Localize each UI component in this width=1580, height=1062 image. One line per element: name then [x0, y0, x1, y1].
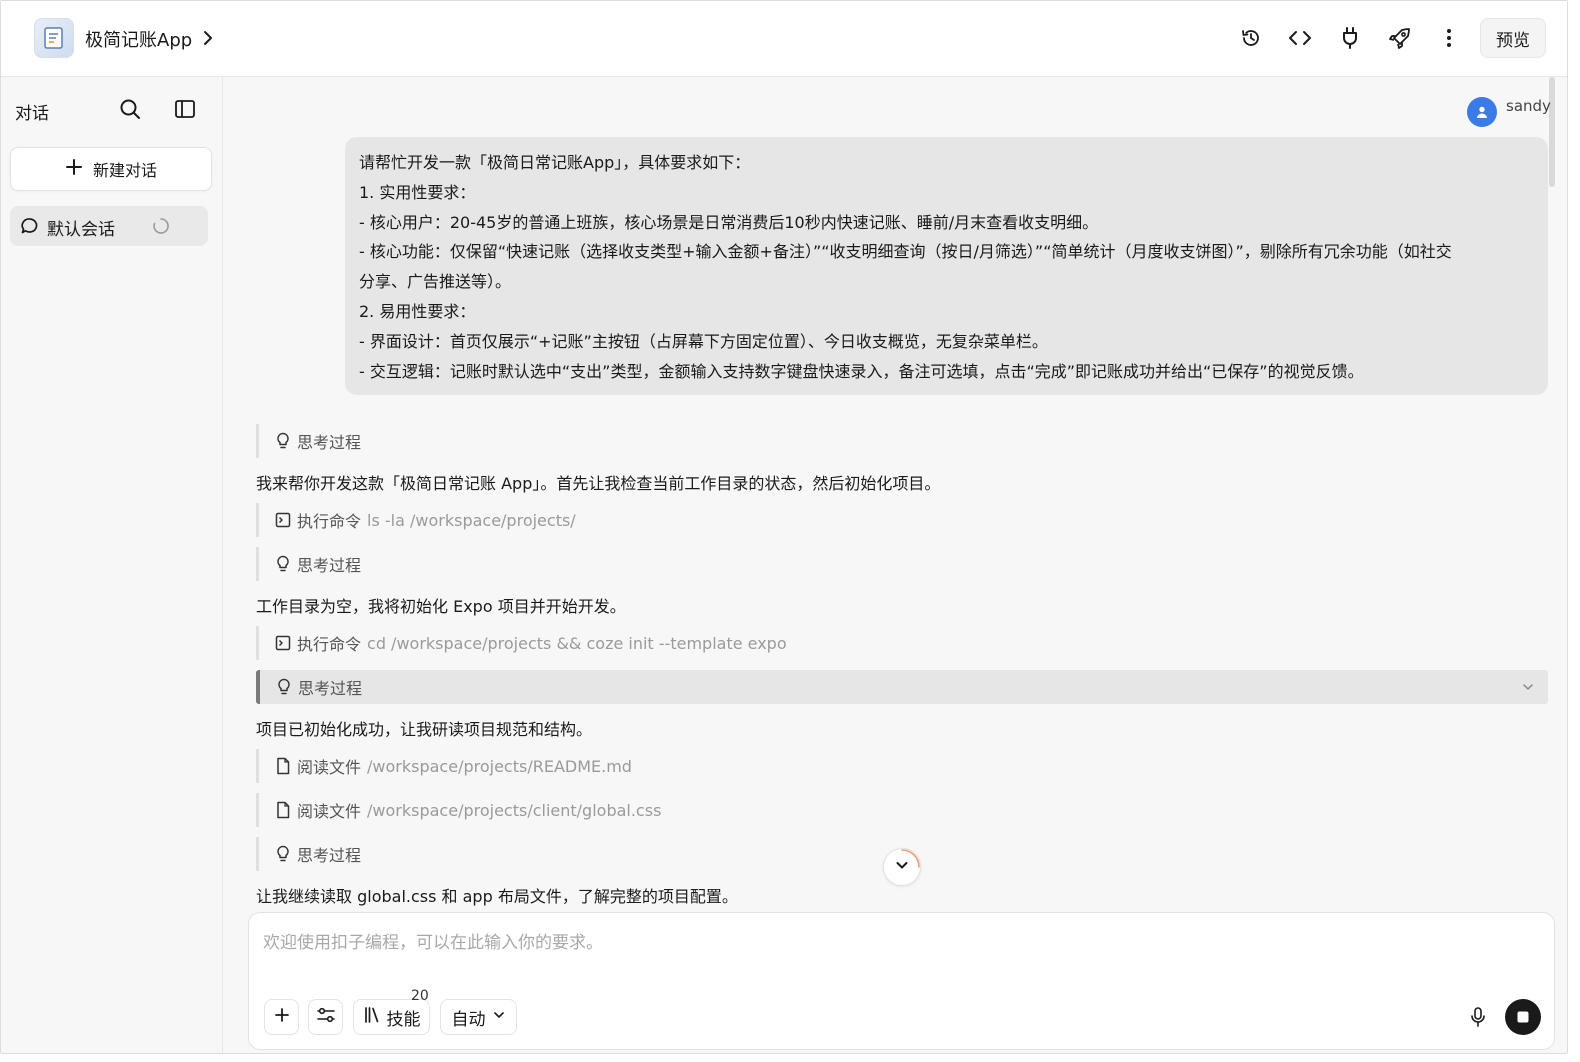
chat-bubble-icon — [20, 216, 40, 236]
assistant-message: 我来帮你开发这款「极简日常记账 App」。首先让我检查当前工作目录的状态，然后初… — [256, 474, 941, 493]
exec-label: 执行命令 — [297, 635, 362, 654]
composer: 技能 20 自动 — [248, 912, 1555, 1050]
skills-count-badge: 20 — [411, 988, 429, 1004]
more-vertical-icon[interactable] — [1436, 25, 1462, 51]
command-step[interactable]: 执行命令 ls -la /workspace/projects/ — [256, 503, 1548, 537]
app-logo-icon — [34, 18, 74, 58]
read-label: 阅读文件 — [297, 802, 362, 821]
avatar — [1467, 97, 1497, 127]
history-icon[interactable] — [1238, 25, 1264, 51]
search-icon[interactable] — [118, 97, 142, 121]
lightbulb-icon — [274, 432, 292, 450]
plus-icon — [274, 1007, 290, 1028]
chevron-down-icon[interactable] — [1520, 679, 1536, 695]
command-step[interactable]: 执行命令 cd /workspace/projects && coze init… — [256, 626, 1548, 660]
assistant-message: 让我继续读取 global.css 和 app 布局文件，了解完整的项目配置。 — [256, 887, 738, 906]
sidebar: 对话 新建对话 默认会话 — [1, 77, 223, 1053]
session-label: 默认会话 — [47, 220, 115, 240]
user-message-line: - 核心用户：20-45岁的普通上班族，核心场景是日常消费后10秒内快速记账、睡… — [359, 212, 1099, 232]
user-message-line: 1. 实用性要求： — [359, 182, 476, 202]
user-message-line: - 核心功能：仅保留“快速记账（选择收支类型+输入金额+备注）”“收支明细查询（… — [359, 242, 1452, 262]
thinking-label: 思考过程 — [297, 846, 362, 865]
skills-button[interactable]: 技能 — [353, 999, 430, 1035]
assistant-message: 工作目录为空，我将初始化 Expo 项目并开始开发。 — [256, 597, 626, 616]
user-message-line: 分享、广告推送等）。 — [359, 272, 512, 292]
user-message-line: 2. 易用性要求： — [359, 301, 476, 321]
username: sandy — [1506, 97, 1551, 115]
sidebar-title: 对话 — [15, 104, 49, 124]
rocket-icon[interactable] — [1387, 25, 1413, 51]
user-message-line: 请帮忙开发一款「极简日常记账App」，具体要求如下： — [359, 153, 751, 172]
loading-spinner-icon — [152, 217, 170, 235]
chevron-right-icon[interactable] — [199, 27, 217, 49]
thinking-label: 思考过程 — [297, 433, 362, 452]
library-icon — [363, 1006, 381, 1029]
add-attachment-button[interactable] — [264, 999, 299, 1035]
new-chat-button[interactable]: 新建对话 — [10, 147, 212, 191]
scroll-to-bottom-button[interactable] — [883, 848, 921, 886]
settings-sliders-button[interactable] — [308, 999, 343, 1035]
file-icon — [274, 757, 292, 775]
lightbulb-icon — [274, 845, 292, 863]
file-icon — [274, 801, 292, 819]
read-label: 阅读文件 — [297, 758, 362, 777]
mode-label: 自动 — [451, 1009, 486, 1030]
stop-button[interactable] — [1505, 999, 1541, 1035]
user-message-line: - 交互逻辑：记账时默认选中“支出”类型，金额输入支持数字键盘快速录入，备注可选… — [359, 361, 1364, 381]
chat-panel: sandy 请帮忙开发一款「极简日常记账App」，具体要求如下： 1. 实用性要… — [223, 77, 1567, 1053]
app-window: 极简记账App 预览 对话 新建对话 默认会话 sandy 请帮忙开发一款「极简… — [0, 0, 1568, 1054]
thinking-step-active[interactable]: 思考过程 — [256, 670, 1548, 704]
microphone-icon[interactable] — [1467, 1006, 1489, 1028]
prompt-input[interactable] — [263, 929, 1463, 957]
thinking-label: 思考过程 — [298, 679, 363, 698]
chevron-down-icon — [492, 1007, 506, 1027]
command-text: cd /workspace/projects && coze init --te… — [367, 633, 787, 653]
terminal-icon — [274, 511, 292, 529]
user-message-line: - 界面设计：首页仅展示“+记账”主按钮（占屏幕下方固定位置）、今日收支概览，无… — [359, 331, 1048, 351]
scrollbar[interactable] — [1549, 77, 1555, 187]
thinking-step[interactable]: 思考过程 — [256, 547, 1548, 581]
plus-icon — [65, 158, 83, 180]
code-icon[interactable] — [1287, 25, 1313, 51]
user-message: 请帮忙开发一款「极简日常记账App」，具体要求如下： 1. 实用性要求： - 核… — [345, 137, 1548, 395]
mode-select[interactable]: 自动 — [440, 999, 517, 1035]
assistant-message: 项目已初始化成功，让我研读项目规范和结构。 — [256, 720, 593, 739]
read-file-step[interactable]: 阅读文件 /workspace/projects/README.md — [256, 749, 1548, 783]
lightbulb-icon — [275, 678, 293, 696]
exec-label: 执行命令 — [297, 512, 362, 531]
thinking-label: 思考过程 — [297, 556, 362, 575]
skills-label: 技能 — [386, 1009, 421, 1030]
thinking-step[interactable]: 思考过程 — [256, 424, 1548, 458]
sliders-icon — [316, 1006, 336, 1029]
read-file-step[interactable]: 阅读文件 /workspace/projects/client/global.c… — [256, 793, 1548, 827]
lightbulb-icon — [274, 555, 292, 573]
plug-icon[interactable] — [1337, 25, 1363, 51]
stop-icon — [1517, 1008, 1529, 1027]
file-path: /workspace/projects/README.md — [367, 756, 632, 776]
preview-button[interactable]: 预览 — [1480, 18, 1546, 58]
app-title[interactable]: 极简记账App — [85, 26, 192, 52]
new-chat-label: 新建对话 — [92, 161, 157, 180]
terminal-icon — [274, 634, 292, 652]
file-path: /workspace/projects/client/global.css — [367, 800, 662, 820]
command-text: ls -la /workspace/projects/ — [367, 510, 576, 530]
top-bar: 极简记账App 预览 — [1, 1, 1567, 77]
sidebar-toggle-icon[interactable] — [173, 97, 197, 121]
sidebar-item-default-session[interactable]: 默认会话 — [10, 206, 208, 246]
